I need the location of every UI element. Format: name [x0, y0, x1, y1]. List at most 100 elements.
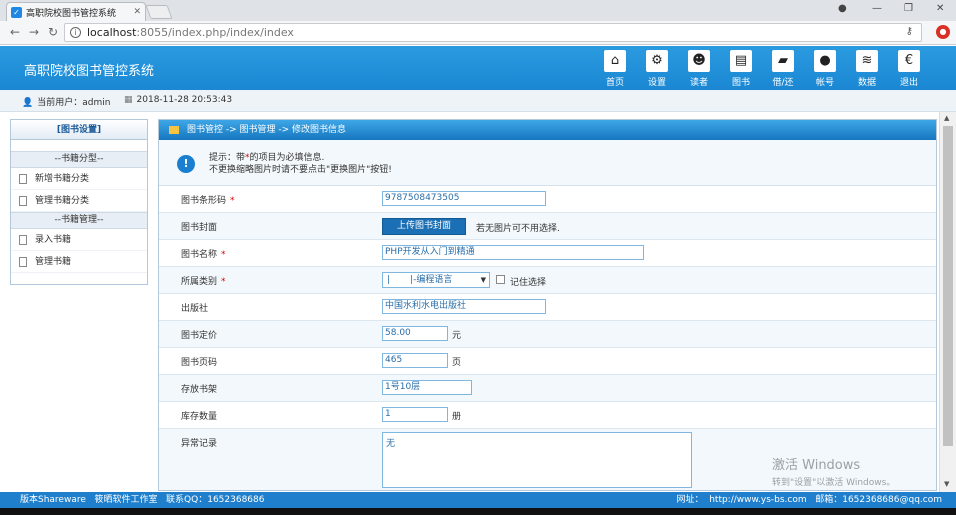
settings-icon: ⚙	[646, 50, 668, 72]
folder-icon: ▰	[772, 50, 794, 72]
datetime-text: 2018-11-28 20:53:43	[136, 95, 233, 105]
new-tab-button[interactable]	[145, 5, 173, 19]
profile-icon[interactable]: ●	[838, 3, 847, 14]
nav-item-7[interactable]: € 退出	[894, 50, 924, 88]
browser-tab-bar: ✓ 高职院校图书管控系统 ✕ ● — ❐ ✕	[0, 0, 956, 21]
url-path: :8055/index.php/index/index	[136, 26, 294, 39]
user-icon: 👤	[22, 98, 34, 108]
app-header: 高职院校图书管控系统 ⌂ 首页 ⚙ 设置 ☻ 读者 ▤ 图书 ▰ 借/还 ● 帐号 ≋ 数据 € 退出	[0, 46, 956, 90]
name-row: 图书名称 * PHP开发从入门到精通	[159, 240, 936, 267]
current-user-text: 当前用户：admin	[37, 98, 111, 108]
nav-item-label: 图书	[731, 78, 750, 88]
browser-tab[interactable]: ✓ 高职院校图书管控系统 ✕	[6, 2, 146, 21]
category-select[interactable]: | |-编程语言 ▼	[382, 272, 490, 288]
breadcrumb: 图书管控 -> 图书管理 -> 修改图书信息	[159, 120, 936, 140]
maximize-icon[interactable]: ❐	[904, 3, 913, 14]
chevron-down-icon: ▼	[480, 276, 486, 284]
nav-item-label: 设置	[647, 78, 666, 88]
app-title: 高职院校图书管控系统	[24, 64, 155, 79]
nav-item-label: 读者	[689, 78, 708, 88]
sidebar-title: [图书设置]	[11, 120, 147, 140]
shelf-row: 存放书架 1号10层	[159, 375, 936, 402]
taskbar	[0, 508, 956, 515]
abnormal-label: 异常记录	[181, 439, 218, 449]
category-label: 所属类别 *	[181, 274, 226, 287]
breadcrumb-text: 图书管控 -> 图书管理 -> 修改图书信息	[187, 125, 347, 135]
upload-cover-button[interactable]: 上传图书封面	[382, 218, 466, 235]
required-star: *	[230, 196, 235, 206]
sidebar-item-label: 管理书籍分类	[35, 196, 90, 206]
name-label-text: 图书名称	[181, 250, 218, 260]
footer-right: 网址： http://www.ys-bs.com 邮箱：1652368686@q…	[676, 495, 942, 505]
cover-hint: 若无图片可不用选择.	[476, 224, 560, 234]
window-close-icon[interactable]: ✕	[936, 3, 944, 14]
tips-box: ! 提示：带*的项目为必填信息. 不更换缩略图片时请不要点击"更换图片"按钮!	[159, 140, 936, 186]
cover-label: 图书封面	[181, 223, 218, 233]
barcode-label: 图书条形码 *	[181, 193, 235, 206]
minimize-icon[interactable]: —	[872, 3, 882, 14]
document-icon	[19, 256, 27, 267]
address-bar: ← → ↻ i localhost:8055/index.php/index/i…	[0, 21, 956, 45]
sidebar: [图书设置] --书籍分型-- 新增书籍分类 管理书籍分类 --书籍管理-- 录…	[10, 119, 148, 285]
publisher-row: 出版社 中国水利水电出版社	[159, 294, 936, 321]
nav-item-4[interactable]: ▰ 借/还	[768, 50, 798, 88]
name-label: 图书名称 *	[181, 247, 226, 260]
sidebar-item-label: 管理书籍	[35, 257, 72, 267]
sidebar-item-add-book[interactable]: 录入书籍	[11, 229, 147, 251]
stock-unit: 册	[452, 412, 462, 422]
activation-watermark: 激活 Windows 转到"设置"以激活 Windows。	[772, 454, 895, 488]
stock-label: 库存数量	[181, 412, 218, 422]
pages-input[interactable]: 465	[382, 353, 448, 368]
name-input[interactable]: PHP开发从入门到精通	[382, 245, 644, 260]
page-scrollbar[interactable]: ▲ ▼	[939, 112, 956, 492]
sidebar-group-title: --书籍分型--	[11, 151, 147, 168]
scroll-down-icon[interactable]: ▼	[944, 480, 949, 488]
scroll-thumb[interactable]	[943, 126, 953, 446]
nav-item-6[interactable]: ≋ 数据	[852, 50, 882, 88]
site-info-icon[interactable]: i	[70, 27, 81, 38]
price-label: 图书定价	[181, 331, 218, 341]
tips-line1-a: 提示：带	[209, 153, 246, 163]
extension-icon[interactable]: ●	[936, 25, 950, 39]
datetime: ▦ 2018-11-28 20:53:43	[124, 95, 232, 105]
footer: 版本Shareware 筱晒软件工作室 联系QQ：1652368686 网址： …	[0, 492, 956, 508]
calendar-icon: ▦	[124, 95, 133, 105]
watermark-line2: 转到"设置"以激活 Windows。	[772, 478, 896, 488]
forward-icon[interactable]: →	[29, 25, 39, 39]
publisher-input[interactable]: 中国水利水电出版社	[382, 299, 546, 314]
document-icon	[19, 173, 27, 184]
scroll-up-icon[interactable]: ▲	[944, 114, 949, 122]
tab-close-icon[interactable]: ✕	[133, 7, 141, 17]
reload-icon[interactable]: ↻	[48, 25, 58, 39]
nav-item-0[interactable]: ⌂ 首页	[600, 50, 630, 88]
nav-item-label: 数据	[857, 78, 876, 88]
nav-item-1[interactable]: ⚙ 设置	[642, 50, 672, 88]
cover-row: 图书封面 上传图书封面 若无图片可不用选择.	[159, 213, 936, 240]
category-label-text: 所属类别	[181, 277, 218, 287]
back-icon[interactable]: ←	[10, 25, 20, 39]
document-icon	[19, 234, 27, 245]
url-input[interactable]: i localhost:8055/index.php/index/index ⚷	[64, 23, 922, 42]
stock-input[interactable]: 1	[382, 407, 448, 422]
nav-item-label: 退出	[899, 78, 918, 88]
barcode-label-text: 图书条形码	[181, 196, 227, 206]
database-icon: ≋	[856, 50, 878, 72]
nav-item-3[interactable]: ▤ 图书	[726, 50, 756, 88]
remember-checkbox[interactable]	[496, 275, 505, 284]
abnormal-textarea[interactable]: 无	[382, 432, 692, 488]
price-input[interactable]: 58.00	[382, 326, 448, 341]
key-icon[interactable]: ⚷	[906, 26, 913, 37]
barcode-input[interactable]: 9787508473505	[382, 191, 546, 206]
account-icon: ●	[814, 50, 836, 72]
sidebar-item-add-category[interactable]: 新增书籍分类	[11, 168, 147, 190]
nav-item-label: 帐号	[815, 78, 834, 88]
shelf-input[interactable]: 1号10层	[382, 380, 472, 395]
category-row: 所属类别 * | |-编程语言 ▼ 记住选择	[159, 267, 936, 294]
nav-item-2[interactable]: ☻ 读者	[684, 50, 714, 88]
home-icon: ⌂	[604, 50, 626, 72]
sidebar-item-manage-category[interactable]: 管理书籍分类	[11, 190, 147, 212]
nav-item-5[interactable]: ● 帐号	[810, 50, 840, 88]
pages-unit: 页	[452, 358, 462, 368]
readers-icon: ☻	[688, 50, 710, 72]
sidebar-item-manage-books[interactable]: 管理书籍	[11, 251, 147, 273]
